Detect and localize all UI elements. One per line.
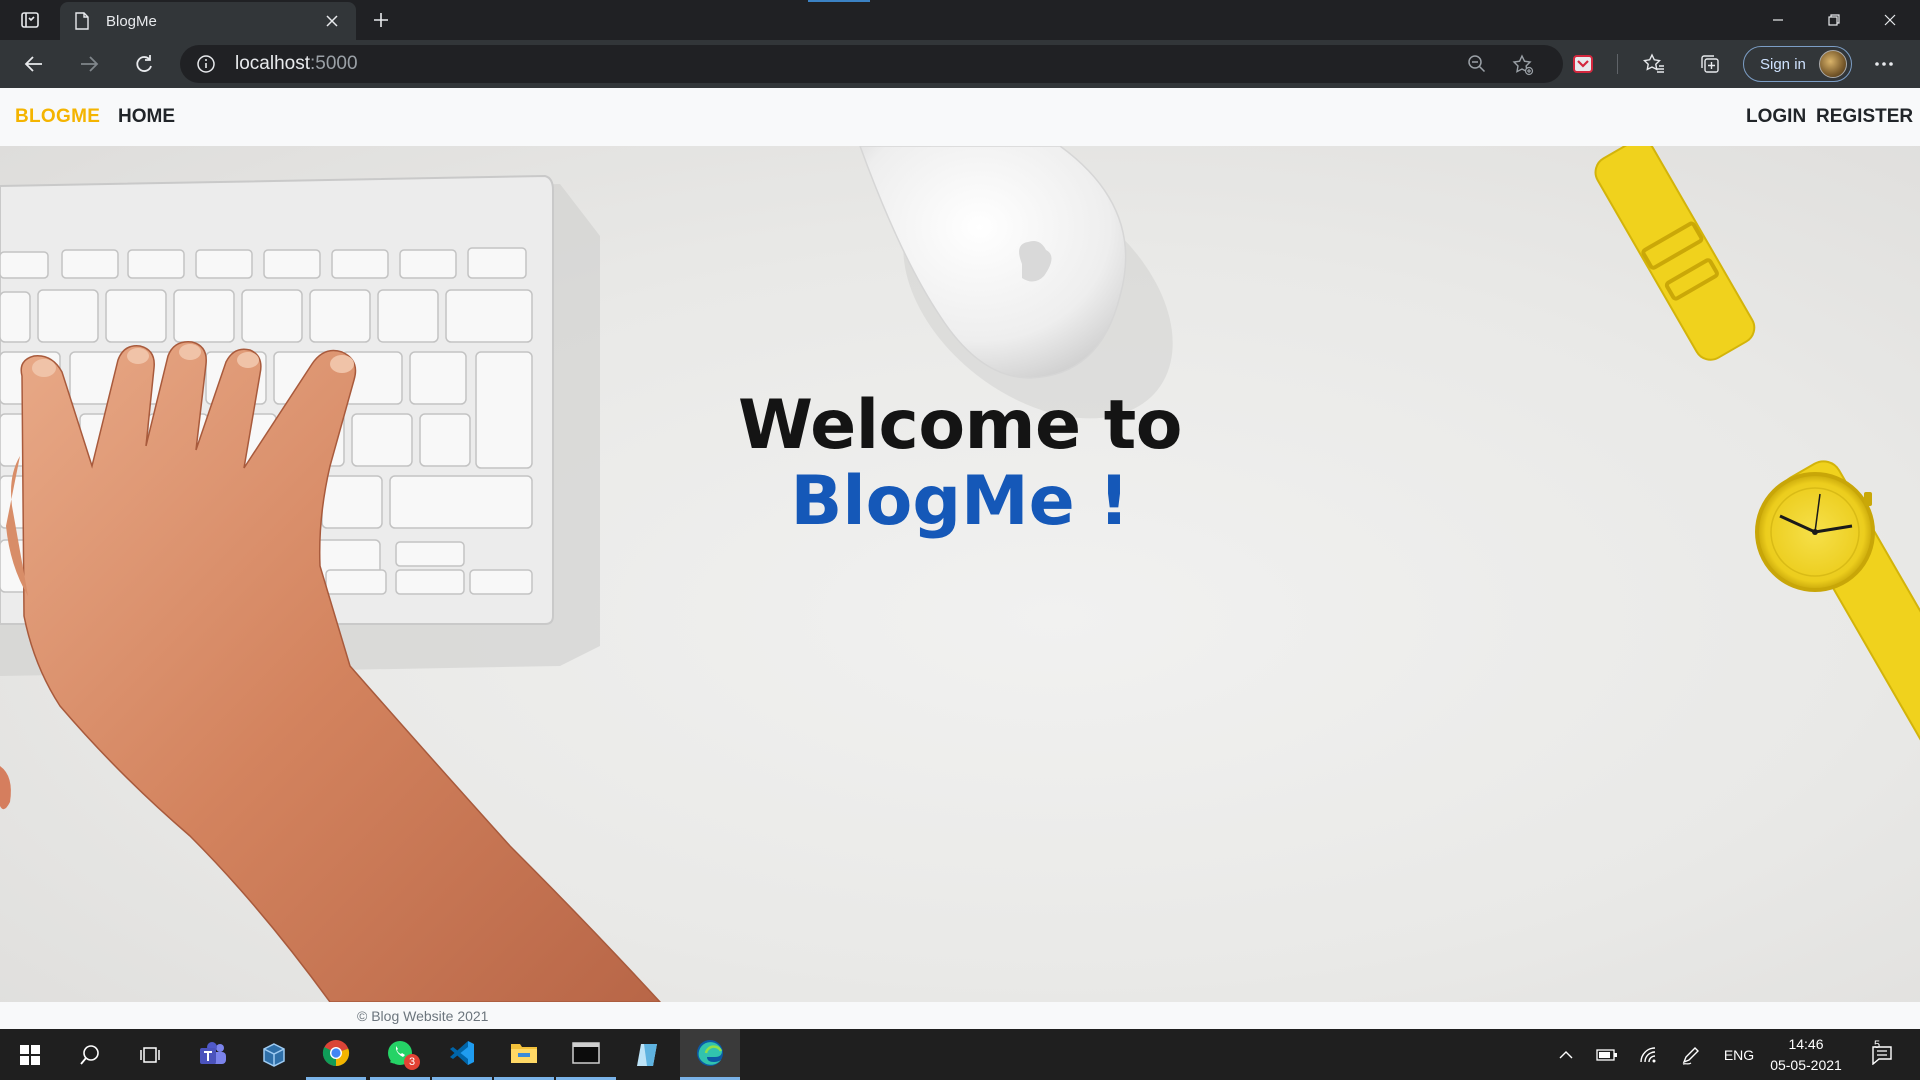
notification-count: 5 [1874,1039,1881,1051]
windows-taskbar: 3 ENG 14:46 05-05-2021 5 [0,1029,1920,1080]
url-host: localhost [235,53,310,74]
show-hidden-icons-chevron-icon[interactable] [1552,1029,1580,1080]
site-navbar: BLOGME HOME LOGIN REGISTER [0,88,1920,146]
collections-icon[interactable] [1696,50,1724,78]
minimize-window-icon[interactable] [1750,0,1806,40]
tab-title: BlogMe [106,12,157,30]
url-port: :5000 [310,53,358,74]
notification-center-icon[interactable]: 5 [1862,1029,1902,1080]
task-view-icon[interactable] [120,1029,180,1080]
restore-window-icon[interactable] [1806,0,1862,40]
file-explorer-icon[interactable] [494,1029,554,1080]
hero-heading-line1: Welcome to [738,386,1182,465]
clock-date: 05-05-2021 [1770,1057,1842,1073]
hero-heading-line2: BlogMe ! [790,462,1130,541]
page-icon [74,12,92,30]
clock-time: 14:46 [1788,1036,1824,1052]
reload-icon[interactable] [128,48,160,80]
terminal-icon[interactable] [556,1029,616,1080]
sign-in-label: Sign in [1760,55,1806,73]
whatsapp-badge: 3 [404,1054,420,1070]
favorites-icon[interactable] [1640,50,1668,78]
browser-tab-blogme[interactable]: BlogMe [60,2,356,40]
chrome-icon[interactable] [306,1029,366,1080]
back-arrow-icon[interactable] [18,48,50,80]
browser-tab-bar: BlogMe [0,0,1920,40]
nav-register-link[interactable]: REGISTER [1816,106,1913,128]
hero-section: Welcome to BlogMe ! [0,146,1920,1002]
whatsapp-icon[interactable]: 3 [370,1029,430,1080]
edge-icon[interactable] [680,1029,740,1080]
profile-avatar [1819,50,1847,78]
nav-login-link[interactable]: LOGIN [1746,106,1806,128]
teams-icon[interactable] [183,1029,243,1080]
pen-workspace-icon[interactable] [1676,1029,1706,1080]
battery-icon[interactable] [1592,1029,1622,1080]
footer-copyright: © Blog Website 2021 [357,1008,489,1024]
tab-actions-icon[interactable] [16,8,44,32]
nav-home-link[interactable]: HOME [118,106,175,128]
toolbar-divider [1617,54,1618,74]
tab-loading-indicator [808,0,870,2]
brand-link[interactable]: BLOGME [15,106,100,128]
hero-background-image [0,146,1920,1002]
close-window-icon[interactable] [1862,0,1918,40]
zoom-out-icon[interactable] [1466,53,1488,75]
close-tab-icon[interactable] [322,11,342,31]
start-icon[interactable] [0,1029,60,1080]
virtualbox-icon[interactable] [244,1029,304,1080]
url-text: localhost:5000 [235,53,358,75]
system-clock[interactable]: 14:46 05-05-2021 [1766,1034,1846,1076]
site-footer: © Blog Website 2021 [0,1002,1920,1029]
sign-in-button[interactable]: Sign in [1743,46,1852,82]
notes-app-icon[interactable] [618,1029,678,1080]
site-info-icon[interactable] [196,54,216,74]
address-bar[interactable]: localhost:5000 [180,45,1563,83]
language-indicator[interactable]: ENG [1722,1029,1756,1080]
browser-toolbar: localhost:5000 Sign in [0,40,1920,88]
new-tab-icon[interactable] [367,6,395,34]
wifi-icon[interactable] [1634,1029,1664,1080]
add-favorite-icon[interactable] [1511,53,1535,77]
vscode-icon[interactable] [432,1029,492,1080]
more-options-icon[interactable] [1870,50,1898,78]
search-icon[interactable] [60,1029,120,1080]
extension-pocket-icon[interactable] [1569,50,1597,78]
forward-arrow-icon[interactable] [73,48,105,80]
